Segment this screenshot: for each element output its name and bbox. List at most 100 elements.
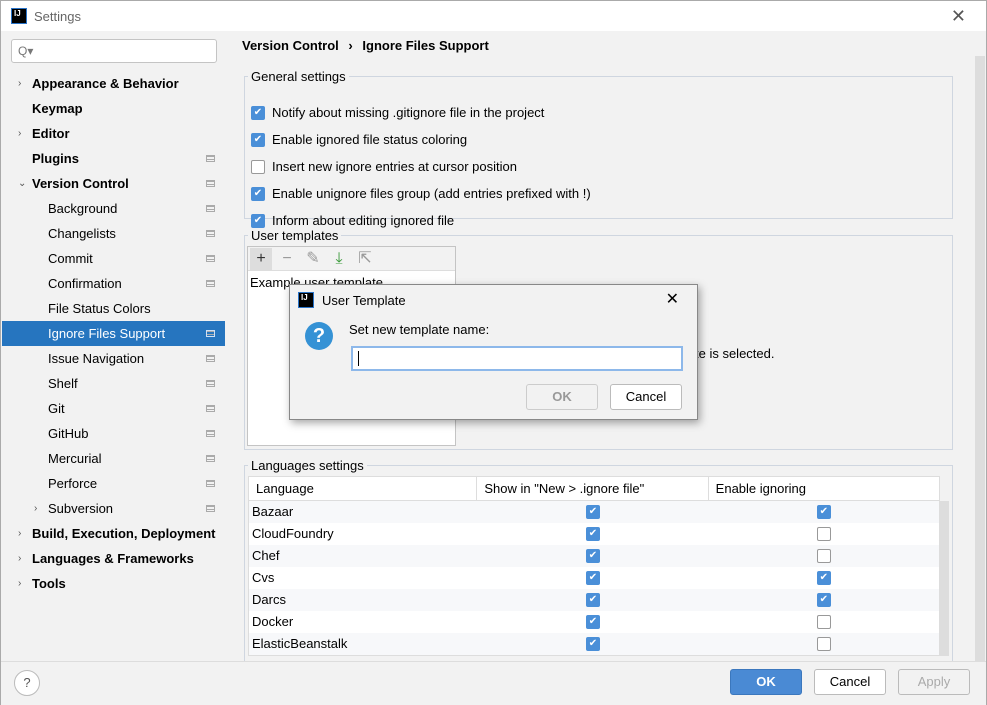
show-in-new-checkbox[interactable]: ✔ — [586, 593, 600, 607]
main-scrollbar[interactable] — [975, 56, 985, 661]
sidebar-item[interactable]: Issue Navigation — [2, 346, 225, 371]
chevron-right-icon[interactable]: › — [18, 71, 21, 96]
project-settings-icon — [206, 155, 215, 162]
import-icon[interactable]: ⤓ — [328, 248, 350, 270]
table-row[interactable]: Cvs ✔ ✔ — [249, 567, 939, 589]
sidebar-item[interactable]: Commit — [2, 246, 225, 271]
sidebar-item-label: Background — [48, 201, 118, 216]
column-language[interactable]: Language — [249, 477, 478, 500]
sidebar-item[interactable]: GitHub — [2, 421, 225, 446]
sidebar-item[interactable]: Ignore Files Support — [2, 321, 225, 346]
chevron-right-icon[interactable]: › — [18, 571, 21, 596]
project-settings-icon — [206, 205, 215, 212]
footer: ? OK Cancel Apply — [1, 661, 986, 705]
language-name: Chef — [252, 548, 280, 563]
show-in-new-checkbox[interactable]: ✔ — [586, 637, 600, 651]
checkbox-icon[interactable]: ✔ — [251, 132, 265, 147]
chevron-right-icon[interactable]: › — [18, 521, 21, 546]
intellij-logo-icon: IJ — [11, 8, 27, 24]
sidebar-item[interactable]: Shelf — [2, 371, 225, 396]
chevron-down-icon[interactable]: ⌄ — [18, 171, 26, 196]
general-settings-legend: General settings — [251, 69, 346, 84]
sidebar-item[interactable]: › Tools — [2, 571, 225, 596]
enable-ignoring-checkbox[interactable]: ✔ — [816, 505, 831, 519]
enable-ignoring-checkbox[interactable]: ✔ — [816, 593, 831, 607]
checkbox-icon[interactable] — [251, 159, 265, 174]
sidebar-item-label: Confirmation — [48, 276, 122, 291]
checkbox-icon[interactable]: ✔ — [251, 186, 265, 201]
sidebar-item[interactable]: Background — [2, 196, 225, 221]
ok-button[interactable]: OK — [730, 669, 802, 695]
option-checkbox[interactable]: Insert new ignore entries at cursor posi… — [251, 159, 517, 174]
project-settings-icon — [206, 255, 215, 262]
enable-ignoring-checkbox[interactable] — [816, 527, 831, 541]
sidebar-item[interactable]: › Appearance & Behavior — [2, 71, 225, 96]
edit-icon[interactable]: ✎ — [302, 248, 324, 270]
remove-icon[interactable]: − — [276, 248, 298, 270]
table-row[interactable]: Chef ✔ — [249, 545, 939, 567]
project-settings-icon — [206, 355, 215, 362]
template-name-input[interactable] — [351, 346, 683, 371]
enable-ignoring-checkbox[interactable] — [816, 549, 831, 563]
search-input[interactable]: Q▾ — [11, 39, 217, 63]
sidebar-item-label: Languages & Frameworks — [32, 551, 194, 566]
sidebar-item[interactable]: Confirmation — [2, 271, 225, 296]
sidebar-item[interactable]: Keymap — [2, 96, 225, 121]
table-row[interactable]: Docker ✔ — [249, 611, 939, 633]
chevron-right-icon[interactable]: › — [18, 121, 21, 146]
table-row[interactable]: Bazaar ✔ ✔ — [249, 501, 939, 523]
breadcrumb-parent[interactable]: Version Control — [242, 38, 339, 53]
checkbox-icon[interactable]: ✔ — [251, 105, 265, 120]
language-name: Darcs — [252, 592, 286, 607]
language-name: ElasticBeanstalk — [252, 636, 348, 651]
option-label: Enable unignore files group (add entries… — [272, 186, 591, 201]
sidebar-item[interactable]: File Status Colors — [2, 296, 225, 321]
sidebar-item[interactable]: › Editor — [2, 121, 225, 146]
title-bar: IJ Settings ✕ — [1, 1, 986, 31]
breadcrumb: Version Control › Ignore Files Support — [242, 38, 489, 53]
show-in-new-checkbox[interactable]: ✔ — [586, 527, 600, 541]
option-checkbox[interactable]: ✔ Enable unignore files group (add entrie… — [251, 186, 591, 201]
enable-ignoring-checkbox[interactable] — [816, 615, 831, 629]
show-in-new-checkbox[interactable]: ✔ — [586, 615, 600, 629]
cancel-button[interactable]: Cancel — [814, 669, 886, 695]
checkbox-icon[interactable]: ✔ — [251, 213, 265, 228]
show-in-new-checkbox[interactable]: ✔ — [586, 505, 600, 519]
export-icon[interactable]: ⇱ — [354, 248, 376, 270]
option-checkbox[interactable]: ✔ Enable ignored file status coloring — [251, 132, 467, 147]
sidebar-item[interactable]: › Subversion — [2, 496, 225, 521]
dialog-ok-button[interactable]: OK — [526, 384, 598, 410]
table-row[interactable]: CloudFoundry ✔ — [249, 523, 939, 545]
apply-button[interactable]: Apply — [898, 669, 970, 695]
column-enable-ignoring[interactable]: Enable ignoring — [709, 477, 939, 500]
add-icon[interactable]: + — [250, 247, 272, 270]
sidebar-item[interactable]: › Build, Execution, Deployment — [2, 521, 225, 546]
chevron-right-icon[interactable]: › — [34, 496, 37, 521]
sidebar-item[interactable]: Changelists — [2, 221, 225, 246]
show-in-new-checkbox[interactable]: ✔ — [586, 549, 600, 563]
sidebar-item[interactable]: Plugins — [2, 146, 225, 171]
sidebar-item[interactable]: Git — [2, 396, 225, 421]
help-button[interactable]: ? — [14, 670, 40, 696]
sidebar-item[interactable]: › Languages & Frameworks — [2, 546, 225, 571]
option-checkbox[interactable]: ✔ Inform about editing ignored file — [251, 213, 454, 228]
close-window-button[interactable]: ✕ — [951, 6, 966, 27]
table-scrollbar[interactable] — [940, 501, 949, 656]
enable-ignoring-checkbox[interactable] — [816, 637, 831, 651]
dialog-cancel-button[interactable]: Cancel — [610, 384, 682, 410]
project-settings-icon — [206, 505, 215, 512]
column-show-in-new[interactable]: Show in "New > .ignore file" — [477, 477, 709, 500]
window-title: Settings — [34, 8, 81, 24]
show-in-new-checkbox[interactable]: ✔ — [586, 571, 600, 585]
sidebar-item[interactable]: Perforce — [2, 471, 225, 496]
sidebar-item-label: GitHub — [48, 426, 89, 441]
dialog-close-button[interactable]: ✕ — [666, 289, 679, 309]
sidebar-item[interactable]: Mercurial — [2, 446, 225, 471]
enable-ignoring-checkbox[interactable]: ✔ — [816, 571, 831, 585]
table-row[interactable]: Darcs ✔ ✔ — [249, 589, 939, 611]
chevron-right-icon[interactable]: › — [18, 546, 21, 571]
table-row[interactable]: ElasticBeanstalk ✔ — [249, 633, 939, 655]
option-checkbox[interactable]: ✔ Notify about missing .gitignore file in… — [251, 105, 544, 120]
sidebar-item[interactable]: ⌄ Version Control — [2, 171, 225, 196]
sidebar-item-label: Appearance & Behavior — [32, 76, 179, 91]
